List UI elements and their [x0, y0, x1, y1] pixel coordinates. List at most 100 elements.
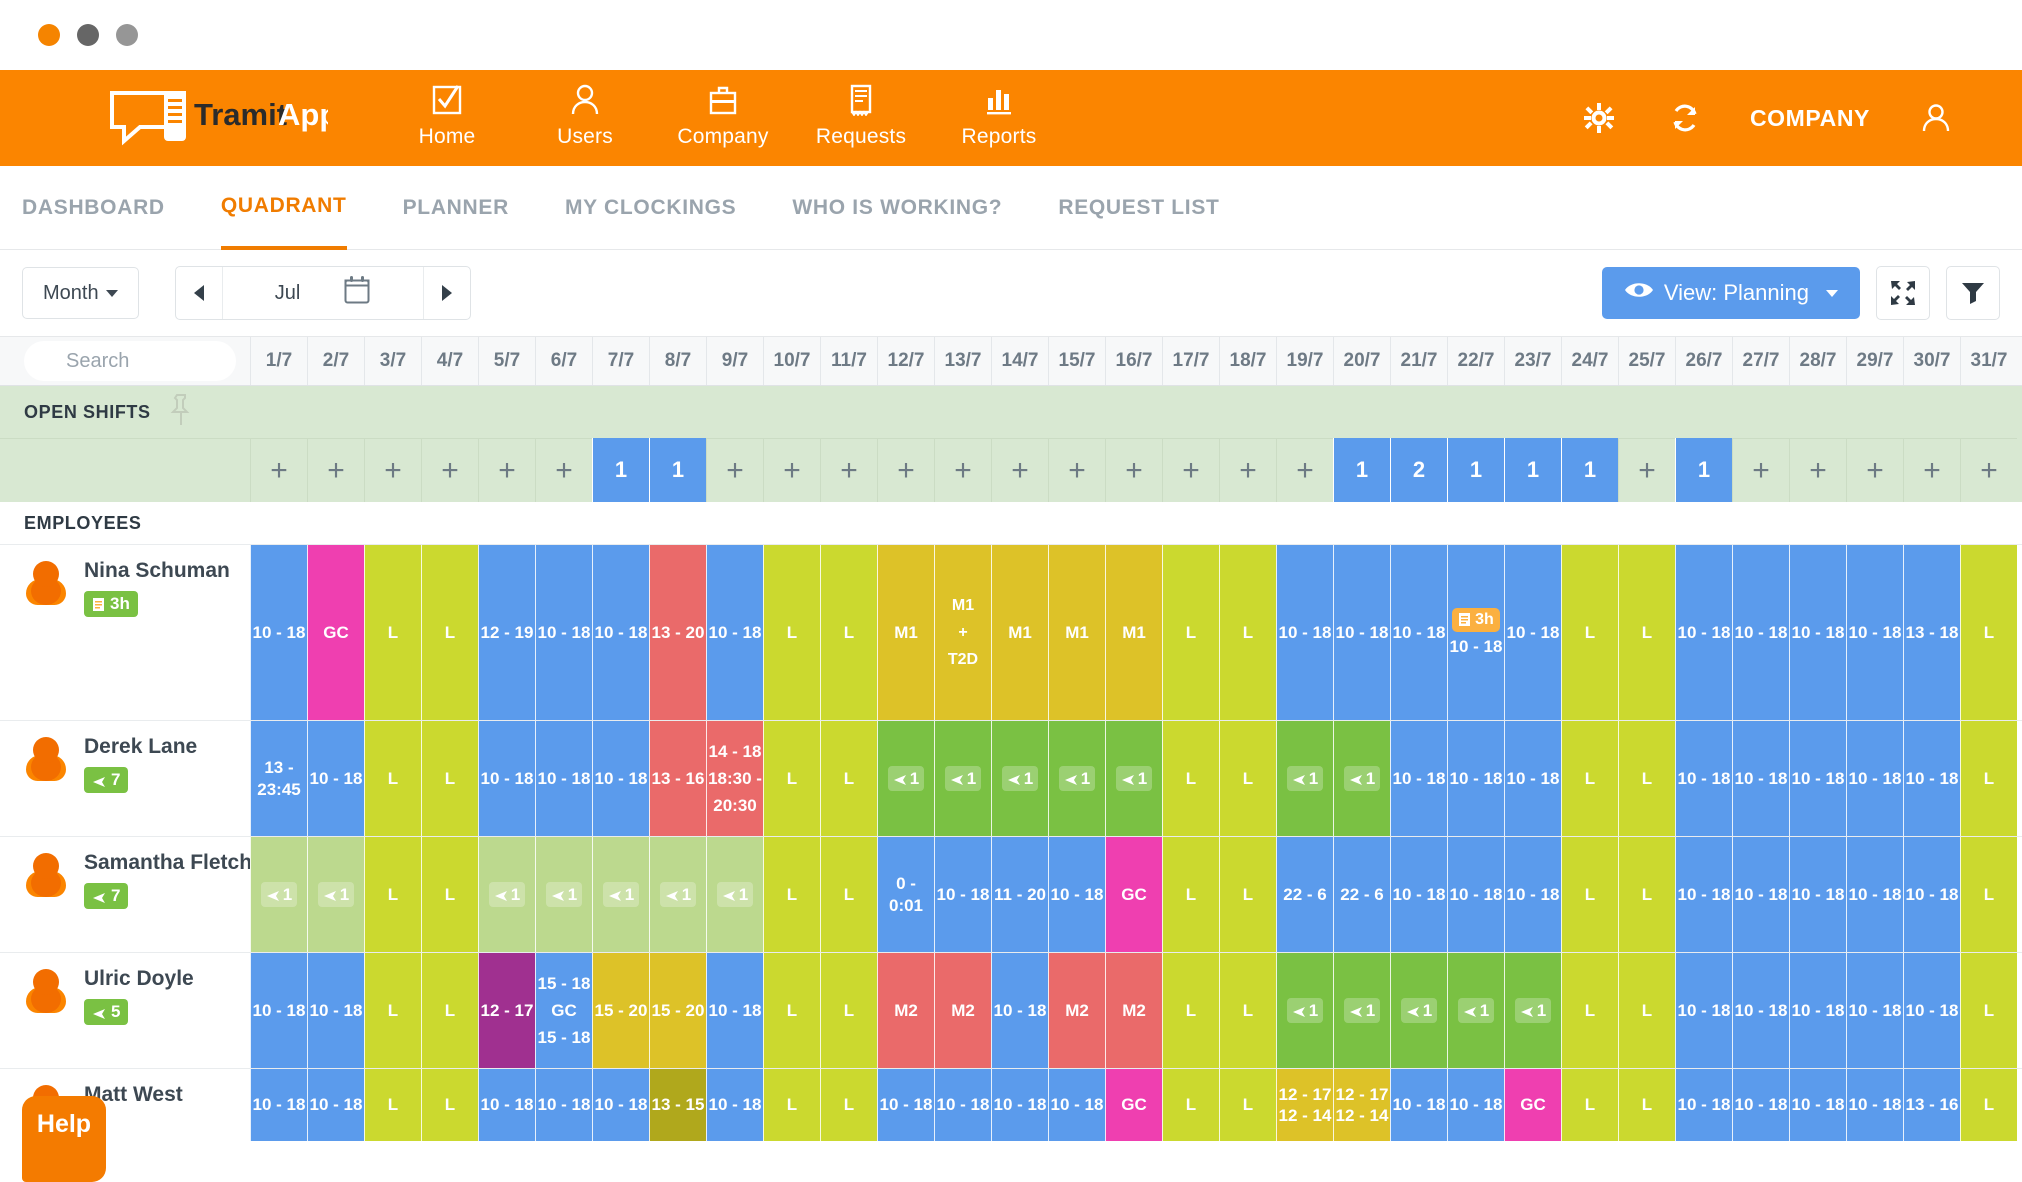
- shift-cell[interactable]: L: [1219, 721, 1276, 836]
- open-shift-add-3[interactable]: +: [364, 438, 421, 502]
- calendar-icon[interactable]: [344, 276, 370, 310]
- open-shift-add-16[interactable]: +: [1105, 438, 1162, 502]
- shift-cell[interactable]: 3h10 - 18: [1447, 545, 1504, 720]
- shift-cell[interactable]: L: [763, 953, 820, 1068]
- shift-cell[interactable]: L: [421, 721, 478, 836]
- shift-cell[interactable]: 10 - 18: [1048, 1069, 1105, 1141]
- shift-cell[interactable]: 10 - 18: [1846, 1069, 1903, 1141]
- shift-cell[interactable]: L: [1162, 545, 1219, 720]
- prev-period-button[interactable]: [176, 267, 222, 319]
- shift-cell[interactable]: M1: [1048, 545, 1105, 720]
- open-shift-add-25[interactable]: +: [1618, 438, 1675, 502]
- shift-cell[interactable]: M1: [1105, 545, 1162, 720]
- shift-cell[interactable]: 1: [535, 837, 592, 952]
- shift-cell[interactable]: L: [1162, 953, 1219, 1068]
- nav-item-requests[interactable]: Requests: [792, 70, 930, 149]
- shift-cell[interactable]: 13 - 18: [1903, 545, 1960, 720]
- tab-dashboard[interactable]: DASHBOARD: [22, 166, 165, 250]
- employee-name-cell[interactable]: Nina Schuman3h: [0, 545, 250, 720]
- shift-cell[interactable]: 10 - 18: [1675, 837, 1732, 952]
- shift-cell[interactable]: 1: [1333, 721, 1390, 836]
- shift-cell[interactable]: L: [1561, 721, 1618, 836]
- shift-cell[interactable]: 1: [1048, 721, 1105, 836]
- open-shift-count-20[interactable]: 1: [1333, 438, 1390, 502]
- shift-cell[interactable]: 10 - 18: [1447, 1069, 1504, 1141]
- employee-name-cell[interactable]: Ulric Doyle5: [0, 953, 250, 1068]
- shift-cell[interactable]: 10 - 18: [706, 545, 763, 720]
- shift-cell[interactable]: GC: [307, 545, 364, 720]
- shift-cell[interactable]: 22 - 6: [1276, 837, 1333, 952]
- shift-cell[interactable]: 1: [991, 721, 1048, 836]
- shift-cell[interactable]: 10 - 18: [1903, 953, 1960, 1068]
- shift-cell[interactable]: L: [1618, 545, 1675, 720]
- shift-cell[interactable]: 10 - 18: [1789, 837, 1846, 952]
- shift-cell[interactable]: 10 - 18: [1789, 1069, 1846, 1141]
- shift-cell[interactable]: L: [1561, 545, 1618, 720]
- open-shift-add-17[interactable]: +: [1162, 438, 1219, 502]
- shift-cell[interactable]: 10 - 18: [1846, 545, 1903, 720]
- shift-cell[interactable]: 10 - 18: [1504, 721, 1561, 836]
- shift-cell[interactable]: 10 - 18: [991, 1069, 1048, 1141]
- shift-cell[interactable]: L: [421, 837, 478, 952]
- shift-cell[interactable]: M1+T2D: [934, 545, 991, 720]
- shift-cell[interactable]: 10 - 18: [592, 721, 649, 836]
- fullscreen-button[interactable]: [1876, 266, 1930, 320]
- shift-cell[interactable]: L: [364, 721, 421, 836]
- shift-cell[interactable]: L: [364, 953, 421, 1068]
- open-shift-add-29[interactable]: +: [1846, 438, 1903, 502]
- shift-cell[interactable]: L: [1960, 545, 2017, 720]
- tab-planner[interactable]: PLANNER: [403, 166, 509, 250]
- brand-logo[interactable]: Tramit App: [88, 87, 348, 149]
- open-shift-add-9[interactable]: +: [706, 438, 763, 502]
- shift-cell[interactable]: L: [421, 1069, 478, 1141]
- shift-cell[interactable]: 1: [706, 837, 763, 952]
- shift-cell[interactable]: 10 - 18: [250, 545, 307, 720]
- shift-cell[interactable]: 12 - 1712 - 14: [1276, 1069, 1333, 1141]
- window-minimize-dot[interactable]: [77, 24, 99, 46]
- shift-cell[interactable]: 12 - 1712 - 14: [1333, 1069, 1390, 1141]
- shift-cell[interactable]: L: [1561, 1069, 1618, 1141]
- range-selector-button[interactable]: Month: [22, 267, 139, 319]
- shift-cell[interactable]: 1: [1390, 953, 1447, 1068]
- open-shift-count-24[interactable]: 1: [1561, 438, 1618, 502]
- window-close-dot[interactable]: [38, 24, 60, 46]
- shift-cell[interactable]: 10 - 18: [307, 953, 364, 1068]
- shift-cell[interactable]: 10 - 18: [535, 545, 592, 720]
- shift-cell[interactable]: 13 - 16: [1903, 1069, 1960, 1141]
- shift-cell[interactable]: 10 - 18: [1504, 837, 1561, 952]
- open-shift-add-4[interactable]: +: [421, 438, 478, 502]
- shift-cell[interactable]: L: [820, 953, 877, 1068]
- shift-cell[interactable]: 10 - 18: [1390, 837, 1447, 952]
- shift-cell[interactable]: M1: [877, 545, 934, 720]
- shift-cell[interactable]: 10 - 18: [934, 1069, 991, 1141]
- shift-cell[interactable]: 11 - 20: [991, 837, 1048, 952]
- shift-cell[interactable]: GC: [1105, 837, 1162, 952]
- shift-cell[interactable]: L: [1960, 721, 2017, 836]
- company-menu[interactable]: COMPANY: [1750, 105, 1870, 132]
- shift-cell[interactable]: L: [1618, 953, 1675, 1068]
- nav-item-company[interactable]: Company: [654, 70, 792, 149]
- tab-my-clockings[interactable]: MY CLOCKINGS: [565, 166, 736, 250]
- shift-cell[interactable]: 10 - 18: [1903, 721, 1960, 836]
- shift-cell[interactable]: 10 - 18: [991, 953, 1048, 1068]
- shift-cell[interactable]: 10 - 18: [592, 1069, 649, 1141]
- open-shift-add-2[interactable]: +: [307, 438, 364, 502]
- shift-cell[interactable]: 15 - 20: [649, 953, 706, 1068]
- shift-cell[interactable]: L: [1618, 1069, 1675, 1141]
- shift-cell[interactable]: 10 - 18: [1675, 953, 1732, 1068]
- shift-cell[interactable]: L: [820, 545, 877, 720]
- nav-item-reports[interactable]: Reports: [930, 70, 1068, 149]
- shift-cell[interactable]: 10 - 18: [1732, 545, 1789, 720]
- search-input[interactable]: Search: [24, 341, 236, 381]
- shift-cell[interactable]: 13 -23:45: [250, 721, 307, 836]
- shift-cell[interactable]: L: [1219, 1069, 1276, 1141]
- shift-cell[interactable]: 15 - 20: [592, 953, 649, 1068]
- shift-cell[interactable]: 13 - 16: [649, 721, 706, 836]
- shift-cell[interactable]: 10 - 18: [1675, 545, 1732, 720]
- open-shift-count-8[interactable]: 1: [649, 438, 706, 502]
- shift-cell[interactable]: 10 - 18: [1846, 837, 1903, 952]
- shift-cell[interactable]: 13 - 15: [649, 1069, 706, 1141]
- open-shift-add-12[interactable]: +: [877, 438, 934, 502]
- shift-cell[interactable]: L: [364, 1069, 421, 1141]
- open-shift-count-22[interactable]: 1: [1447, 438, 1504, 502]
